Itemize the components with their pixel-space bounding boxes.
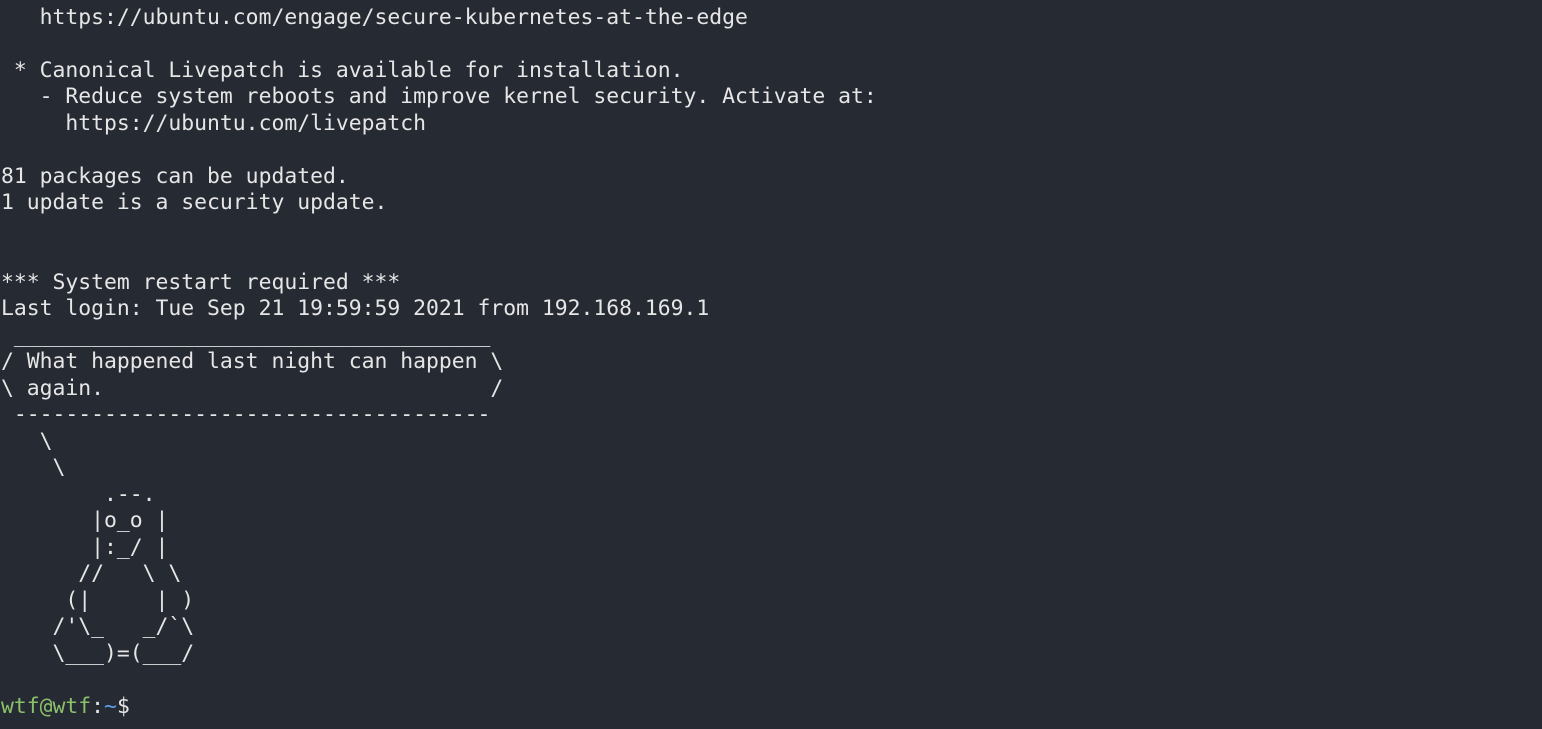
text-cursor[interactable] (130, 695, 142, 717)
output-line: \ (1, 455, 66, 480)
output-line: 1 update is a security update. (1, 190, 388, 215)
output-line: \___)=(___/ (1, 641, 195, 666)
output-line: Last login: Tue Sep 21 19:59:59 2021 fro… (1, 296, 710, 321)
output-line: \ (1, 429, 53, 454)
output-line: - Reduce system reboots and improve kern… (1, 84, 877, 109)
output-line: |o_o | (1, 508, 169, 533)
output-line: 81 packages can be updated. (1, 164, 349, 189)
output-line: ------------------------------------- (1, 402, 491, 427)
output-line: *** System restart required *** (1, 270, 401, 295)
prompt-separator: : (91, 694, 105, 719)
prompt-user-host: wtf@wtf (1, 694, 92, 719)
output-line: / What happened last night can happen \ (1, 349, 504, 374)
output-line: // \ \ (1, 561, 182, 586)
prompt-path: ~ (104, 694, 117, 719)
output-line: _____________________________________ (1, 323, 491, 348)
output-line: \ again. / (1, 376, 504, 401)
output-line: https://ubuntu.com/engage/secure-kuberne… (1, 5, 748, 30)
prompt-symbol: $ (116, 694, 130, 719)
command-prompt[interactable]: wtf@wtf:~$ (1, 694, 142, 721)
output-line: https://ubuntu.com/livepatch (1, 111, 426, 136)
output-line: |:_/ | (1, 535, 169, 560)
terminal-window[interactable]: https://ubuntu.com/engage/secure-kuberne… (0, 0, 1542, 729)
output-line: (| | ) (1, 588, 195, 613)
output-line: * Canonical Livepatch is available for i… (1, 58, 684, 83)
output-line: /'\_ _/`\ (1, 614, 195, 639)
output-line: .--. (1, 482, 156, 507)
